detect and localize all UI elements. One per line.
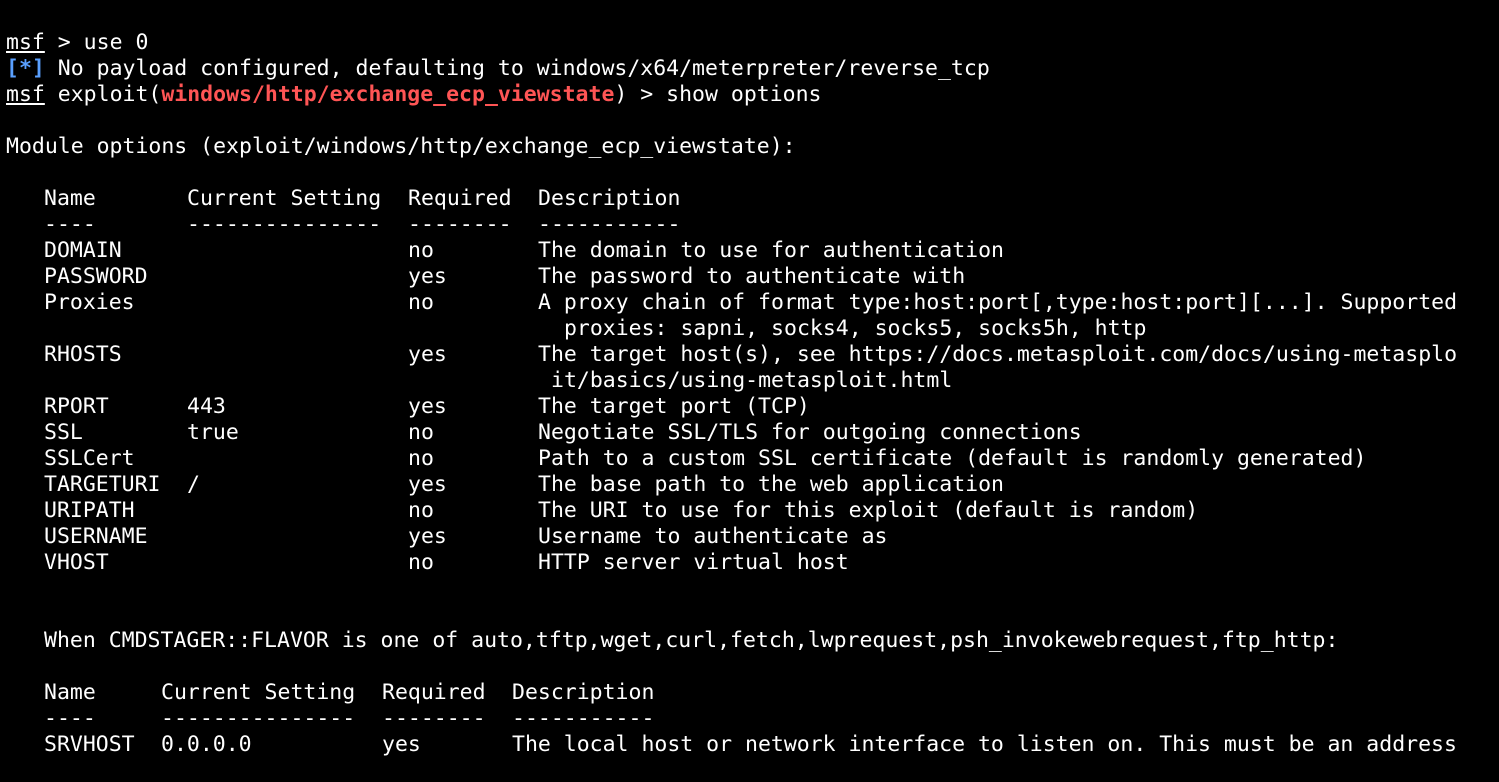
divider-current-setting: --------------- [187,212,382,237]
header-current-setting: Current Setting [161,680,356,705]
option-required: yes [408,342,447,367]
option-description: The base path to the web application [538,472,1004,497]
command-use: > use 0 [44,30,149,55]
table-header: Name Current Setting Required Description [6,186,1499,212]
table-row: SSL true no Negotiate SSL/TLS for outgoing … [6,420,1499,446]
table-row: URIPATH no The URI to use for this exploit… [6,498,1499,524]
option-description: Path to a custom SSL certificate (defaul… [538,446,1367,471]
option-setting: true [187,420,239,445]
option-description-continued: proxies: sapni, socks4, socks5, socks5h,… [551,316,1147,341]
option-name: Proxies [44,290,135,315]
option-description: The target port (TCP) [538,394,810,419]
table-row: PASSWORD yes The password to authenticate … [6,264,1499,290]
table-row: VHOST no HTTP server virtual host [6,550,1499,576]
divider-required: -------- [382,706,486,731]
header-description: Description [512,680,655,705]
option-name: RPORT [44,394,109,419]
option-description: The target host(s), see https://docs.met… [538,342,1458,367]
option-description: Username to authenticate as [538,524,888,549]
option-name: PASSWORD [44,264,148,289]
table-row: USERNAME yes Username to authenticate as [6,524,1499,550]
option-description: The password to authenticate with [538,264,966,289]
option-name: RHOSTS [44,342,122,367]
option-setting: / [187,472,200,497]
option-description: A proxy chain of format type:host:port[,… [538,290,1458,315]
cmdstager-note: When CMDSTAGER::FLAVOR is one of auto,tf… [44,628,1339,653]
command-line-use: msf > use 0 [6,30,1499,56]
module-options-table: Name Current Setting Required Description -… [6,186,1499,576]
header-current-setting: Current Setting [187,186,382,211]
option-name: SSLCert [44,446,135,471]
cmdstager-options-table: Name Current Setting Required Description -… [6,680,1499,758]
option-name: USERNAME [44,524,148,549]
option-description: The local host or network interface to l… [512,732,1457,757]
table-header-divider: ---- --------------- -------- ----------- [6,706,1499,732]
option-name: SSL [44,420,83,445]
table-row: SRVHOST 0.0.0.0 yes The local host or netwo… [6,732,1499,758]
divider-required: -------- [408,212,512,237]
module-name: windows/http/exchange_ecp_viewstate [161,82,615,107]
command-line-show: msf exploit(windows/http/exchange_ecp_vi… [6,82,1499,108]
option-required: yes [408,524,447,549]
module-options-title: Module options (exploit/windows/http/exc… [6,134,796,159]
exploit-prefix: exploit( [44,82,162,107]
table-header: Name Current Setting Required Description [6,680,1499,706]
msf-prompt: msf [6,30,45,55]
option-description: The domain to use for authentication [538,238,1004,263]
header-required: Required [382,680,486,705]
option-required: yes [408,394,447,419]
terminal-window[interactable]: msf > use 0 [*] No payload configured, d… [0,0,1499,782]
option-required: yes [408,472,447,497]
option-required: no [408,498,434,523]
divider-name: ---- [44,212,96,237]
option-setting: 443 [187,394,226,419]
info-line: [*] No payload configured, defaulting to… [6,56,1499,82]
option-description: Negotiate SSL/TLS for outgoing connectio… [538,420,1082,445]
divider-name: ---- [44,706,96,731]
option-setting: 0.0.0.0 [161,732,252,757]
command-show-options: ) > show options [614,82,822,107]
option-name: SRVHOST [44,732,135,757]
table-row: DOMAIN no The domain to use for authentica… [6,238,1499,264]
option-required: yes [382,732,421,757]
option-required: yes [408,264,447,289]
table-row: Proxies no A proxy chain of format type:ho… [6,290,1499,316]
option-name: VHOST [44,550,109,575]
msf-prompt: msf [6,82,45,107]
divider-description: ----------- [512,706,655,731]
option-name: DOMAIN [44,238,122,263]
table-header-divider: ---- --------------- -------- ----------- [6,212,1499,238]
header-name: Name [44,186,96,211]
option-description: HTTP server virtual host [538,550,849,575]
option-required: no [408,238,434,263]
table-row: RPORT 443 yes The target port (TCP) [6,394,1499,420]
divider-current-setting: --------------- [161,706,356,731]
info-tag: [*] [6,56,45,81]
option-required: no [408,446,434,471]
table-row: SSLCert no Path to a custom SSL certificat… [6,446,1499,472]
header-required: Required [408,186,512,211]
header-description: Description [538,186,681,211]
divider-description: ----------- [538,212,681,237]
option-name: URIPATH [44,498,135,523]
info-message: No payload configured, defaulting to win… [44,56,990,81]
table-row: TARGETURI / yes The base path to the web ap… [6,472,1499,498]
option-description-continued: it/basics/using-metasploit.html [551,368,953,393]
option-required: no [408,420,434,445]
option-required: no [408,550,434,575]
table-row: RHOSTS yes The target host(s), see https:/… [6,342,1499,368]
option-description: The URI to use for this exploit (default… [538,498,1199,523]
option-required: no [408,290,434,315]
option-name: TARGETURI [44,472,161,497]
header-name: Name [44,680,96,705]
